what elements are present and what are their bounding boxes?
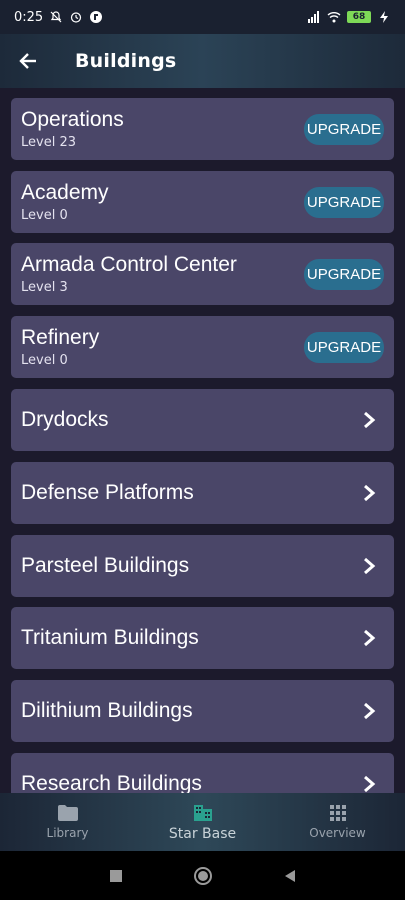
charging-icon xyxy=(380,11,388,23)
upgrade-button[interactable]: UPGRADE xyxy=(304,331,384,363)
building-row-refinery[interactable]: Refinery Level 0 UPGRADE xyxy=(11,316,394,378)
upgrade-button[interactable]: UPGRADE xyxy=(304,258,384,290)
building-name: Academy xyxy=(21,181,109,204)
battery-indicator: 68 xyxy=(347,11,371,23)
building-name: Refinery xyxy=(21,326,100,349)
upgrade-button[interactable]: UPGRADE xyxy=(304,186,384,218)
chevron-right-icon xyxy=(354,696,384,726)
category-row-defense-platforms[interactable]: Defense Platforms xyxy=(11,462,394,524)
nav-item-overview[interactable]: Overview xyxy=(270,793,405,851)
category-name: Parsteel Buildings xyxy=(21,554,190,577)
category-row-drydocks[interactable]: Drydocks xyxy=(11,389,394,451)
category-row-parsteel-buildings[interactable]: Parsteel Buildings xyxy=(11,535,394,597)
building-level: Level 0 xyxy=(21,353,68,368)
nav-item-library[interactable]: Library xyxy=(0,793,135,851)
chevron-right-icon xyxy=(354,551,384,581)
building-level: Level 23 xyxy=(21,135,76,150)
home-button-icon[interactable] xyxy=(193,866,213,886)
building-level: Level 0 xyxy=(21,208,68,223)
nav-item-star-base[interactable]: Star Base xyxy=(135,793,270,851)
grid-icon xyxy=(329,805,346,821)
buildings-list[interactable]: Operations Level 23 UPGRADE Academy Leve… xyxy=(0,88,405,793)
building-name: Armada Control Center xyxy=(21,253,237,276)
back-button[interactable] xyxy=(8,41,48,81)
muted-notification-icon xyxy=(50,11,62,23)
back-triangle-icon[interactable] xyxy=(283,869,297,883)
chevron-right-icon xyxy=(354,769,384,793)
nav-label: Overview xyxy=(309,826,366,840)
chevron-right-icon xyxy=(354,478,384,508)
category-name: Research Buildings xyxy=(21,772,202,793)
buildings-icon xyxy=(193,805,212,821)
signal-icon xyxy=(308,11,319,23)
nav-label: Star Base xyxy=(168,826,237,842)
category-row-dilithium-buildings[interactable]: Dilithium Buildings xyxy=(11,680,394,742)
category-row-research-buildings[interactable]: Research Buildings xyxy=(11,753,394,793)
system-navigation-bar xyxy=(0,851,405,900)
building-row-academy[interactable]: Academy Level 0 UPGRADE xyxy=(11,171,394,233)
status-bar: 0:25 68 xyxy=(0,0,405,34)
chevron-right-icon xyxy=(354,623,384,653)
upgrade-button[interactable]: UPGRADE xyxy=(304,113,384,145)
building-row-armada-control-center[interactable]: Armada Control Center Level 3 UPGRADE xyxy=(11,243,394,305)
category-row-tritanium-buildings[interactable]: Tritanium Buildings xyxy=(11,607,394,669)
building-row-operations[interactable]: Operations Level 23 UPGRADE xyxy=(11,98,394,160)
category-name: Defense Platforms xyxy=(21,481,194,504)
bottom-navigation: Library Star Base Overview xyxy=(0,793,405,851)
category-name: Tritanium Buildings xyxy=(21,626,199,649)
clock: 0:25 xyxy=(14,9,44,25)
chevron-right-icon xyxy=(354,405,384,435)
app-bar: Buildings xyxy=(0,34,405,88)
arrow-left-icon xyxy=(19,53,36,69)
category-name: Dilithium Buildings xyxy=(21,699,193,722)
alarm-icon xyxy=(71,12,82,23)
app-notification-icon xyxy=(90,11,103,23)
recents-button-icon[interactable] xyxy=(109,869,123,883)
wifi-icon xyxy=(327,12,341,23)
category-name: Drydocks xyxy=(21,408,109,431)
building-level: Level 3 xyxy=(21,280,68,295)
building-name: Operations xyxy=(21,108,124,131)
page-title: Buildings xyxy=(75,50,177,72)
folder-icon xyxy=(57,805,78,821)
nav-label: Library xyxy=(46,826,89,840)
